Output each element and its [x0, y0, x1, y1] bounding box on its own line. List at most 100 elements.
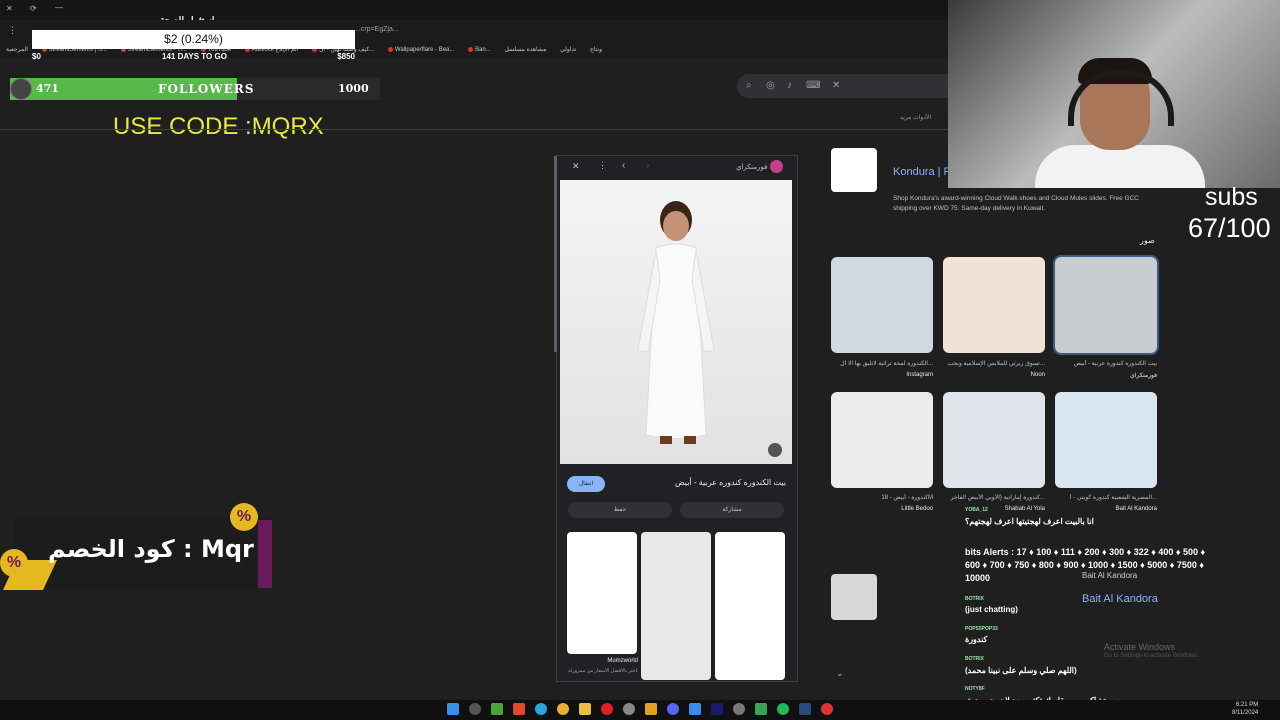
webcam-person-body: [1035, 145, 1205, 188]
image-caption: بيت الكندورة كندورة عربية - أبيض: [1073, 361, 1157, 367]
visit-button[interactable]: انتقال: [567, 476, 605, 492]
nav-tools[interactable]: الأدوات: [913, 115, 931, 121]
app-icon[interactable]: [755, 703, 767, 715]
avatar: [10, 78, 32, 100]
premiere-icon[interactable]: [711, 703, 723, 715]
windows-watermark-subtitle: Go to Settings to activate Windows.: [1104, 653, 1199, 659]
use-code-text: USE CODE :MQRX: [113, 113, 324, 140]
app-icon[interactable]: [689, 703, 701, 715]
app-icon[interactable]: [601, 703, 613, 715]
app-icon[interactable]: [821, 703, 833, 715]
image-result[interactable]: [831, 257, 933, 353]
windows-watermark-title: Activate Windows: [1104, 642, 1176, 652]
viewer-toolbar: ✕ ⋮ ‹ › فورمنكراي: [570, 158, 790, 174]
scrollbar[interactable]: [554, 156, 557, 352]
folder-icon[interactable]: [579, 703, 591, 715]
thumb-source: Mumzworld: [607, 658, 638, 664]
image-result[interactable]: [943, 257, 1045, 353]
obs-icon[interactable]: [733, 703, 745, 715]
chat-username: YOBA_12: [965, 507, 988, 513]
brave-icon[interactable]: [513, 703, 525, 715]
search-nav: الأدوات مزيد: [870, 114, 931, 121]
main-image[interactable]: [560, 180, 792, 464]
chat-username: BOTRIX: [965, 656, 984, 662]
share-button[interactable]: مشاركة: [680, 502, 784, 518]
discord-icon[interactable]: [667, 703, 679, 715]
bookmark-item[interactable]: تداولي: [560, 46, 576, 53]
edge-icon[interactable]: [535, 703, 547, 715]
start-icon[interactable]: [447, 703, 459, 715]
result-thumbnail[interactable]: [831, 148, 877, 192]
bookmark-item[interactable]: ونتاج: [590, 46, 602, 53]
minimize-icon[interactable]: —: [55, 3, 63, 12]
thumb-description: اختر بالأفضل الأسعار من ممزورلد...: [568, 668, 638, 674]
app-icon[interactable]: [645, 703, 657, 715]
search-icon[interactable]: [469, 703, 481, 715]
image-caption: المصرية الشعبية كندورة كويتي - أ...: [1069, 495, 1157, 501]
followers-label: FOLLOWERS: [158, 82, 255, 96]
image-caption: كندورة - أبيض - 18M: [881, 495, 933, 501]
image-result[interactable]: [943, 392, 1045, 488]
minecraft-icon[interactable]: [491, 703, 503, 715]
bookmark-item[interactable]: Ban...: [468, 46, 491, 53]
chat-message: انا بالبيت اعرف لهجتيتها اعرف لهجتهم؟: [965, 517, 1094, 526]
bookmark-item[interactable]: المرجعية: [6, 46, 28, 53]
bookmark-item[interactable]: مشاهدة مسلسل: [504, 46, 546, 53]
close-icon[interactable]: ✕: [6, 4, 13, 13]
goal-target: $850: [337, 52, 355, 61]
image-result[interactable]: [831, 392, 933, 488]
clear-icon[interactable]: ✕: [832, 80, 840, 91]
keyboard-icon[interactable]: ⌨: [806, 80, 820, 91]
result-thumbnail[interactable]: [831, 574, 877, 620]
viewer-site-name[interactable]: فورمنكراي: [736, 163, 767, 171]
image-caption: كندورة إماراتية (الأوبي الأبيض الفاخر...: [950, 495, 1045, 501]
subs-count: 67/100: [1188, 213, 1271, 243]
image-source: Bait Al Kandora: [1115, 506, 1157, 512]
percent-icon: %: [230, 503, 258, 531]
bait-overlay-big: Bait Al Kandora: [1082, 593, 1158, 605]
goal-progress-labels: $0 141 DAYS TO GO $850: [32, 52, 355, 62]
image-caption: تسوق زيرتي للملابس الإسلامية وبجب...: [947, 361, 1045, 367]
chrome-icon[interactable]: [557, 703, 569, 715]
bookmark-icon: [387, 46, 393, 52]
search-icon[interactable]: ⌕: [746, 80, 752, 91]
percent-icon: %: [0, 549, 28, 577]
image-source: Instagram: [906, 372, 933, 378]
bookmark-item[interactable]: Wallpaperflare - Bea...: [387, 46, 454, 53]
refresh-icon[interactable]: ⟳: [30, 4, 37, 13]
site-logo-icon: [770, 160, 783, 173]
result-description: Shop Kondura's award-winning Cloud Walk …: [893, 195, 1139, 212]
spotify-icon[interactable]: [777, 703, 789, 715]
chevron-down-icon[interactable]: ⌄: [836, 668, 844, 679]
kandora-figure-image: [637, 201, 782, 457]
menu-dots-icon[interactable]: ⋮: [8, 25, 17, 36]
related-thumb[interactable]: [567, 532, 637, 654]
nav-more[interactable]: مزيد: [900, 115, 911, 121]
chevron-right-icon[interactable]: ›: [646, 160, 649, 171]
taskbar: [0, 700, 1280, 720]
image-result[interactable]: [1053, 255, 1159, 355]
close-icon[interactable]: ✕: [572, 161, 580, 172]
mic-icon[interactable]: ♪: [787, 80, 792, 91]
lens-icon[interactable]: ◎: [766, 80, 775, 91]
image-caption: بيت الكندوره كندوره عربية - أبيض: [674, 478, 786, 487]
image-source: Shabab Al Yola: [1004, 506, 1045, 512]
image-caption: الكندورة لمحة تراثية لاتليق بها الا ال..…: [840, 361, 933, 367]
browser-tab-bar: ✕ ⟳ — استثمار للصحة: [0, 0, 948, 25]
chat-message: (just chatting): [965, 605, 1018, 614]
steam-icon[interactable]: [799, 703, 811, 715]
image-result[interactable]: [1055, 392, 1157, 488]
chat-message: (اللهم صلي وسلم على نبينا محمد): [965, 666, 1077, 675]
save-button[interactable]: حفظ: [568, 502, 672, 518]
chat-username: NOTY8F: [965, 686, 985, 692]
chat-username: BOTRIX: [965, 596, 984, 602]
images-heading: صور: [1140, 236, 1155, 245]
chevron-left-icon[interactable]: ‹: [622, 160, 625, 171]
image-source: فورمنكراي: [1130, 373, 1157, 379]
related-thumb[interactable]: [715, 532, 785, 680]
image-source: Little Bedoo: [901, 506, 933, 512]
settings-icon[interactable]: [623, 703, 635, 715]
related-thumb[interactable]: [641, 532, 711, 680]
more-icon[interactable]: ⋮: [598, 160, 607, 171]
taskbar-clock[interactable]: 6:21 PM 8/11/2024: [1232, 701, 1258, 717]
